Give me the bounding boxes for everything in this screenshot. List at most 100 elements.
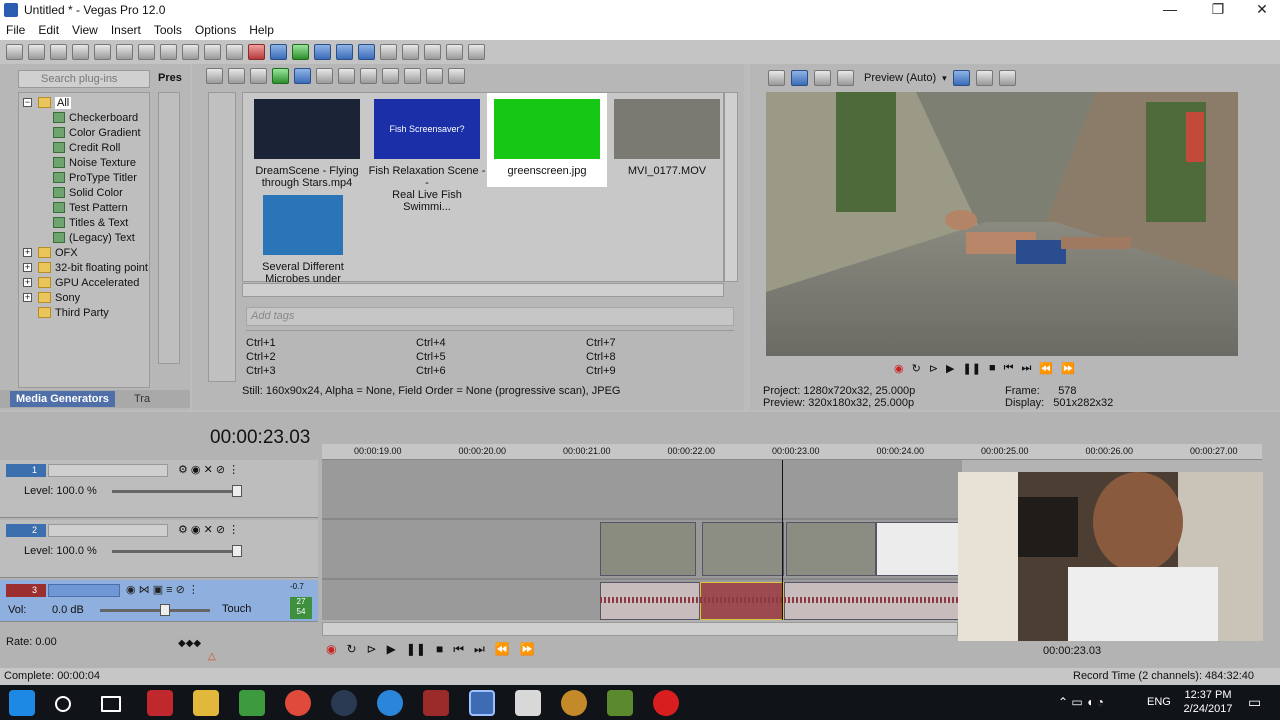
video-clip-2[interactable]	[702, 522, 784, 576]
maximize-button[interactable]: ❐	[1196, 0, 1240, 20]
track-1-fx-icon[interactable]: ⚙ ◉ ✕ ⊘ ⋮	[178, 463, 239, 476]
refresh-icon[interactable]	[272, 68, 289, 84]
plugin-tree-item[interactable]: Noise Texture	[53, 155, 136, 170]
menu-tools[interactable]: Tools	[154, 23, 182, 37]
chevron-down-icon[interactable]: ▾	[942, 73, 947, 84]
media-fx-icon[interactable]	[294, 68, 311, 84]
close-button[interactable]: ✕	[1240, 0, 1280, 20]
record-app-icon[interactable]	[653, 690, 679, 716]
language-indicator[interactable]: ENG	[1147, 696, 1171, 708]
play-media-icon[interactable]	[360, 68, 377, 84]
import-media-icon[interactable]	[206, 68, 223, 84]
selection-tool-icon[interactable]	[402, 44, 419, 60]
record-icon[interactable]: ◉	[894, 362, 904, 378]
plugin-tree-item[interactable]: − All	[23, 95, 72, 110]
track-2-level-knob[interactable]	[232, 545, 242, 557]
plugin-tree-item[interactable]: Third Party	[23, 305, 109, 320]
save-snapshot-icon[interactable]	[998, 70, 1016, 86]
menu-view[interactable]: View	[72, 23, 98, 37]
normal-edit-tool-icon[interactable]	[358, 44, 375, 60]
plugin-tree-item[interactable]: (Legacy) Text	[53, 230, 135, 245]
auto-preview-icon[interactable]	[404, 68, 421, 84]
remove-icon[interactable]	[316, 68, 333, 84]
views-icon[interactable]	[426, 68, 443, 84]
notifications-icon[interactable]: ▭	[1248, 694, 1261, 711]
spacer-icon[interactable]: −	[23, 98, 32, 107]
stop-media-icon[interactable]	[382, 68, 399, 84]
plugin-search-input[interactable]: Search plug-ins	[18, 70, 150, 88]
expand-icon[interactable]: +	[23, 278, 32, 287]
rate-slider-icon[interactable]: ◆◆◆	[178, 638, 201, 649]
next-frame-icon[interactable]: ⏭	[1022, 362, 1032, 378]
envelope-tool-icon[interactable]	[380, 44, 397, 60]
expand-icon[interactable]: +	[23, 263, 32, 272]
clock[interactable]: 12:37 PM 2/24/2017	[1180, 688, 1236, 716]
plugin-tree-item[interactable]: Solid Color	[53, 185, 123, 200]
plugin-tree-item[interactable]: Checkerboard	[53, 110, 138, 125]
media-item[interactable]: DreamScene - Flying through Stars.mp4	[247, 93, 367, 189]
tl-stop-icon[interactable]: ■	[436, 642, 443, 658]
video-clip-1[interactable]	[600, 522, 696, 576]
menu-file[interactable]: File	[6, 23, 25, 37]
plugin-tree-item[interactable]: Test Pattern	[53, 200, 128, 215]
menu-edit[interactable]: Edit	[38, 23, 59, 37]
media-item[interactable]: Several DifferentMicrobes under micros..…	[243, 189, 363, 297]
track-1-level-knob[interactable]	[232, 485, 242, 497]
copy-snapshot-icon[interactable]	[975, 70, 993, 86]
snapping-icon[interactable]	[270, 44, 287, 60]
loop-icon[interactable]: ↻	[912, 362, 921, 378]
tl-pause-icon[interactable]: ❚❚	[406, 642, 426, 658]
menu-help[interactable]: Help	[249, 23, 274, 37]
tab-media-generators[interactable]: Media Generators	[10, 391, 115, 407]
copy-icon[interactable]	[160, 44, 177, 60]
tl-prev-icon[interactable]: ⏮	[453, 642, 464, 658]
tray-icons[interactable]: ⌃ ▭ ◖ ◔	[1058, 695, 1104, 709]
pause-icon[interactable]: ❚❚	[963, 362, 981, 378]
search-icon[interactable]	[55, 696, 71, 712]
online-icon[interactable]	[446, 44, 463, 60]
stop-icon[interactable]: ■	[989, 362, 996, 378]
video-clip-3[interactable]	[786, 522, 876, 576]
media-item[interactable]: greenscreen.jpg	[487, 93, 607, 187]
paste-icon[interactable]	[182, 44, 199, 60]
rewind-icon[interactable]: ⏪	[1039, 362, 1053, 378]
volume-slider[interactable]	[100, 609, 210, 612]
tl-record-icon[interactable]: ◉	[326, 642, 336, 658]
save-icon[interactable]	[50, 44, 67, 60]
taskbar-app-1-icon[interactable]	[147, 690, 173, 716]
taskbar-app-5-icon[interactable]	[561, 690, 587, 716]
render-icon[interactable]	[94, 44, 111, 60]
minimize-button[interactable]: —	[1148, 0, 1192, 20]
plugin-tree-item[interactable]: ProType Titler	[53, 170, 137, 185]
task-view-icon[interactable]	[101, 696, 121, 712]
plugin-tree-item[interactable]: + OFX	[23, 245, 78, 260]
properties-icon[interactable]	[116, 44, 133, 60]
add-tags-input[interactable]: Add tags	[246, 307, 734, 326]
preview-quality-select[interactable]: Preview (Auto)	[864, 72, 936, 84]
plugin-tree-item[interactable]: +32-bit floating point	[23, 260, 148, 275]
tl-ff-icon[interactable]: ⏩	[520, 642, 535, 658]
taskbar-app-2-icon[interactable]	[239, 690, 265, 716]
save-as-icon[interactable]	[72, 44, 89, 60]
playhead[interactable]	[782, 460, 783, 620]
redo-icon[interactable]	[226, 44, 243, 60]
fast-forward-icon[interactable]: ⏩	[1061, 362, 1075, 378]
audio-track-3[interactable]: 3 ◉ ⋈ ▣ ≡ ⊘ ⋮ Vol: 0.0 dB Touch -0.7 27 5…	[0, 580, 318, 622]
undo-icon[interactable]	[204, 44, 221, 60]
greenscreen-clip[interactable]	[876, 522, 962, 576]
tl-loop-icon[interactable]: ↻	[346, 642, 356, 658]
lock-envelopes-icon[interactable]	[314, 44, 331, 60]
preview-properties-icon[interactable]	[768, 70, 785, 86]
get-media-icon[interactable]	[250, 68, 267, 84]
open-icon[interactable]	[28, 44, 45, 60]
play-icon[interactable]: ▶	[946, 362, 954, 378]
track-2-level-slider[interactable]	[112, 550, 242, 553]
tl-rewind-icon[interactable]: ⏪	[495, 642, 510, 658]
properties-media-icon[interactable]	[338, 68, 355, 84]
video-fx-icon[interactable]	[814, 70, 831, 86]
plugin-tree-item[interactable]: + GPU Accelerated	[23, 275, 139, 290]
tl-next-icon[interactable]: ⏭	[474, 642, 485, 658]
ignore-grouping-icon[interactable]	[336, 44, 353, 60]
tl-play-start-icon[interactable]: ⊳	[367, 642, 377, 658]
steam-icon[interactable]	[331, 690, 357, 716]
